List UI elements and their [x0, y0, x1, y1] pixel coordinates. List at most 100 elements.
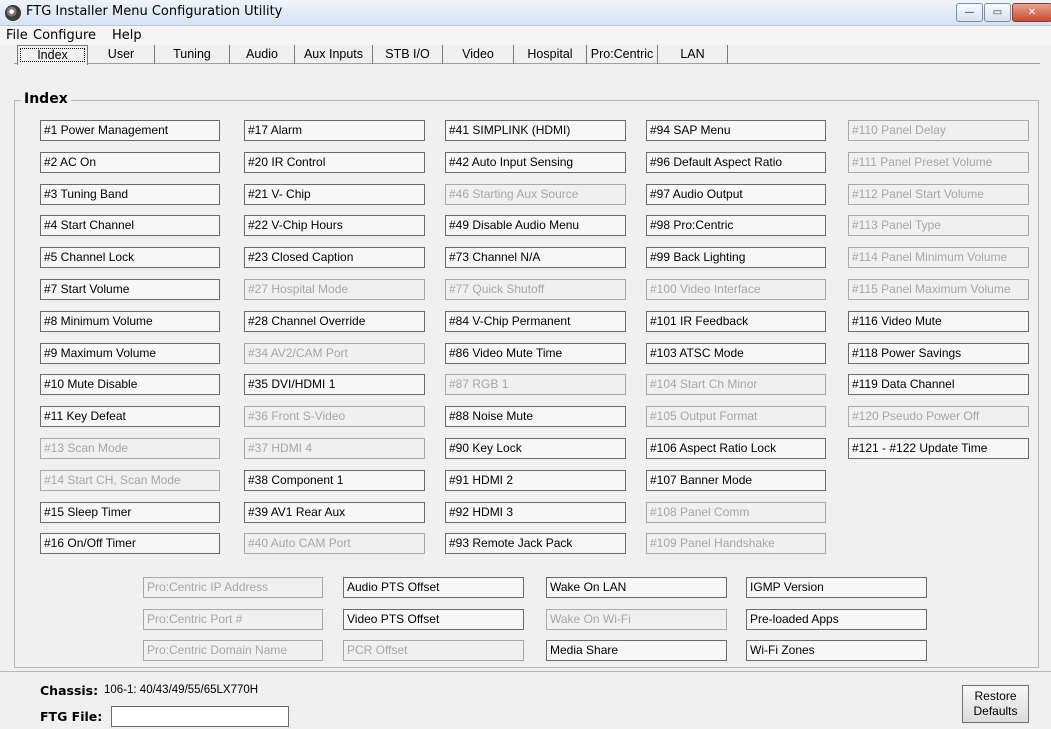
index-button-110-panel-delay[interactable]: #110 Panel Delay	[848, 120, 1029, 141]
index-button-27-hospital-mode[interactable]: #27 Hospital Mode	[244, 279, 425, 300]
index-button-21-v-chip[interactable]: #21 V- Chip	[244, 183, 425, 205]
restore-defaults-button[interactable]: Restore Defaults	[962, 685, 1029, 723]
index-button-87-rgb-1[interactable]: #87 RGB 1	[445, 374, 626, 396]
index-button-13-scan-mode[interactable]: #13 Scan Mode	[40, 438, 220, 459]
minimize-button[interactable]: —	[956, 3, 983, 22]
tab-tuning[interactable]: Tuning	[155, 45, 230, 64]
tab-index[interactable]: Index	[17, 45, 88, 65]
index-button-28-channel-override[interactable]: #28 Channel Override	[244, 310, 425, 332]
index-button-3-tuning-band[interactable]: #3 Tuning Band	[40, 183, 220, 205]
index-button-5-channel-lock[interactable]: #5 Channel Lock	[40, 247, 220, 269]
index-button-16-on-off-timer[interactable]: #16 On/Off Timer	[40, 533, 220, 555]
maximize-button[interactable]: ▭	[984, 3, 1011, 22]
tab-lan[interactable]: LAN	[658, 45, 728, 64]
close-button[interactable]: ✕	[1012, 3, 1051, 22]
index-button-86-video-mute-time[interactable]: #86 Video Mute Time	[445, 342, 626, 364]
index-button-17-alarm[interactable]: #17 Alarm	[244, 120, 425, 141]
index-button-9-maximum-volume[interactable]: #9 Maximum Volume	[40, 342, 220, 364]
index-button-113-panel-type[interactable]: #113 Panel Type	[848, 215, 1029, 237]
network-button-video-pts-offset[interactable]: Video PTS Offset	[343, 608, 524, 630]
index-button-116-video-mute[interactable]: #116 Video Mute	[848, 310, 1029, 332]
ftg-file-field[interactable]	[111, 706, 289, 727]
index-button-11-key-defeat[interactable]: #11 Key Defeat	[40, 406, 220, 428]
index-button-99-back-lighting[interactable]: #99 Back Lighting	[646, 247, 826, 269]
index-button-106-aspect-ratio-lock[interactable]: #106 Aspect Ratio Lock	[646, 438, 826, 459]
tab-audio[interactable]: Audio	[230, 45, 295, 64]
index-button-15-sleep-timer[interactable]: #15 Sleep Timer	[40, 501, 220, 523]
index-button-98-pro-centric[interactable]: #98 Pro:Centric	[646, 215, 826, 237]
index-button-108-panel-comm[interactable]: #108 Panel Comm	[646, 501, 826, 523]
index-button-14-start-ch-scan-mode[interactable]: #14 Start CH, Scan Mode	[40, 469, 220, 491]
index-button-96-default-aspect-ratio[interactable]: #96 Default Aspect Ratio	[646, 151, 826, 173]
index-button-36-front-s-video[interactable]: #36 Front S-Video	[244, 406, 425, 428]
index-button-119-data-channel[interactable]: #119 Data Channel	[848, 374, 1029, 396]
index-button-115-panel-maximum-volume[interactable]: #115 Panel Maximum Volume	[848, 279, 1029, 300]
tab-video[interactable]: Video	[443, 45, 514, 64]
index-button-37-hdmi-4[interactable]: #37 HDMI 4	[244, 438, 425, 459]
index-button-8-minimum-volume[interactable]: #8 Minimum Volume	[40, 310, 220, 332]
index-button-4-start-channel[interactable]: #4 Start Channel	[40, 215, 220, 237]
index-button-20-ir-control[interactable]: #20 IR Control	[244, 151, 425, 173]
index-button-90-key-lock[interactable]: #90 Key Lock	[445, 438, 626, 459]
index-button-49-disable-audio-menu[interactable]: #49 Disable Audio Menu	[445, 215, 626, 237]
index-button-1-power-management[interactable]: #1 Power Management	[40, 120, 220, 141]
ftg-file-label: FTG File:	[40, 709, 103, 724]
index-button-40-auto-cam-port[interactable]: #40 Auto CAM Port	[244, 533, 425, 555]
tab-procentric[interactable]: Pro:Centric	[587, 45, 658, 64]
tab-hospital[interactable]: Hospital	[514, 45, 587, 64]
index-button-10-mute-disable[interactable]: #10 Mute Disable	[40, 374, 220, 396]
index-button-100-video-interface[interactable]: #100 Video Interface	[646, 279, 826, 300]
network-button-pcr-offset[interactable]: PCR Offset	[343, 640, 524, 661]
index-button-2-ac-on[interactable]: #2 AC On	[40, 151, 220, 173]
index-button-38-component-1[interactable]: #38 Component 1	[244, 469, 425, 491]
index-button-84-v-chip-permanent[interactable]: #84 V-Chip Permanent	[445, 310, 626, 332]
index-button-92-hdmi-3[interactable]: #92 HDMI 3	[445, 501, 626, 523]
index-button-46-starting-aux-source[interactable]: #46 Starting Aux Source	[445, 183, 626, 205]
index-button-7-start-volume[interactable]: #7 Start Volume	[40, 279, 220, 300]
index-button-77-quick-shutoff[interactable]: #77 Quick Shutoff	[445, 279, 626, 300]
index-button-91-hdmi-2[interactable]: #91 HDMI 2	[445, 469, 626, 491]
network-button-media-share[interactable]: Media Share	[546, 640, 727, 661]
network-button-wake-on-lan[interactable]: Wake On LAN	[546, 577, 727, 598]
network-button-pre-loaded-apps[interactable]: Pre-loaded Apps	[746, 608, 927, 630]
index-button-114-panel-minimum-volume[interactable]: #114 Panel Minimum Volume	[848, 247, 1029, 269]
menu-help[interactable]: Help	[112, 28, 142, 43]
index-button-94-sap-menu[interactable]: #94 SAP Menu	[646, 120, 826, 141]
tab-user[interactable]: User	[88, 45, 155, 64]
index-button-104-start-ch-minor[interactable]: #104 Start Ch Minor	[646, 374, 826, 396]
restore-line-1: Restore	[974, 689, 1017, 703]
index-button-112-panel-start-volume[interactable]: #112 Panel Start Volume	[848, 183, 1029, 205]
index-button-109-panel-handshake[interactable]: #109 Panel Handshake	[646, 533, 826, 555]
index-button-22-v-chip-hours[interactable]: #22 V-Chip Hours	[244, 215, 425, 237]
menu-configure[interactable]: Configure	[33, 28, 96, 43]
index-button-35-dvi-hdmi-1[interactable]: #35 DVI/HDMI 1	[244, 374, 425, 396]
tab-aux-inputs[interactable]: Aux Inputs	[295, 45, 373, 64]
window-title: FTG Installer Menu Configuration Utility	[26, 4, 283, 19]
index-button-88-noise-mute[interactable]: #88 Noise Mute	[445, 406, 626, 428]
index-button-93-remote-jack-pack[interactable]: #93 Remote Jack Pack	[445, 533, 626, 555]
index-button-101-ir-feedback[interactable]: #101 IR Feedback	[646, 310, 826, 332]
network-button-wi-fi-zones[interactable]: Wi-Fi Zones	[746, 640, 927, 661]
tab-stb-io[interactable]: STB I/O	[373, 45, 443, 64]
index-button-41-simplink-hdmi[interactable]: #41 SIMPLINK (HDMI)	[445, 120, 626, 141]
menu-file[interactable]: File	[6, 28, 28, 43]
network-button-audio-pts-offset[interactable]: Audio PTS Offset	[343, 577, 524, 598]
index-button-118-power-savings[interactable]: #118 Power Savings	[848, 342, 1029, 364]
index-button-120-pseudo-power-off[interactable]: #120 Pseudo Power Off	[848, 406, 1029, 428]
index-button-34-av2-cam-port[interactable]: #34 AV2/CAM Port	[244, 342, 425, 364]
index-button-103-atsc-mode[interactable]: #103 ATSC Mode	[646, 342, 826, 364]
index-button-97-audio-output[interactable]: #97 Audio Output	[646, 183, 826, 205]
network-button-igmp-version[interactable]: IGMP Version	[746, 577, 927, 598]
index-button-73-channel-n-a[interactable]: #73 Channel N/A	[445, 247, 626, 269]
index-button-23-closed-caption[interactable]: #23 Closed Caption	[244, 247, 425, 269]
network-button-pro-centric-domain-name[interactable]: Pro:Centric Domain Name	[143, 640, 323, 661]
index-button-121-122-update-time[interactable]: #121 - #122 Update Time	[848, 438, 1029, 459]
network-button-wake-on-wi-fi[interactable]: Wake On Wi-Fi	[546, 608, 727, 630]
index-button-42-auto-input-sensing[interactable]: #42 Auto Input Sensing	[445, 151, 626, 173]
index-button-39-av1-rear-aux[interactable]: #39 AV1 Rear Aux	[244, 501, 425, 523]
network-button-pro-centric-port[interactable]: Pro:Centric Port #	[143, 608, 323, 630]
index-button-111-panel-preset-volume[interactable]: #111 Panel Preset Volume	[848, 151, 1029, 173]
index-button-105-output-format[interactable]: #105 Output Format	[646, 406, 826, 428]
network-button-pro-centric-ip-address[interactable]: Pro:Centric IP Address	[143, 577, 323, 598]
index-button-107-banner-mode[interactable]: #107 Banner Mode	[646, 469, 826, 491]
